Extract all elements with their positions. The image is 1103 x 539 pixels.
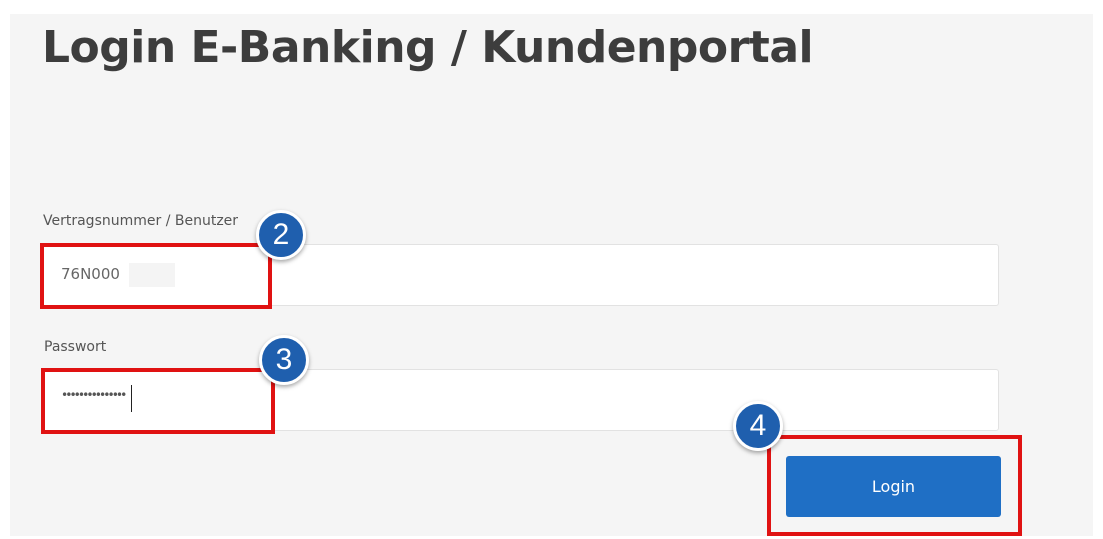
password-label: Passwort — [44, 339, 107, 355]
step-badge-login: 4 — [733, 401, 783, 451]
step-badge-password: 3 — [259, 335, 309, 385]
login-highlight-box — [767, 435, 1022, 536]
username-label: Vertragsnummer / Benutzer — [43, 213, 239, 229]
step-badge-username: 2 — [256, 210, 306, 260]
page-title: Login E-Banking / Kundenportal — [42, 22, 814, 73]
username-highlight-box — [40, 243, 272, 309]
password-highlight-box — [41, 368, 275, 434]
